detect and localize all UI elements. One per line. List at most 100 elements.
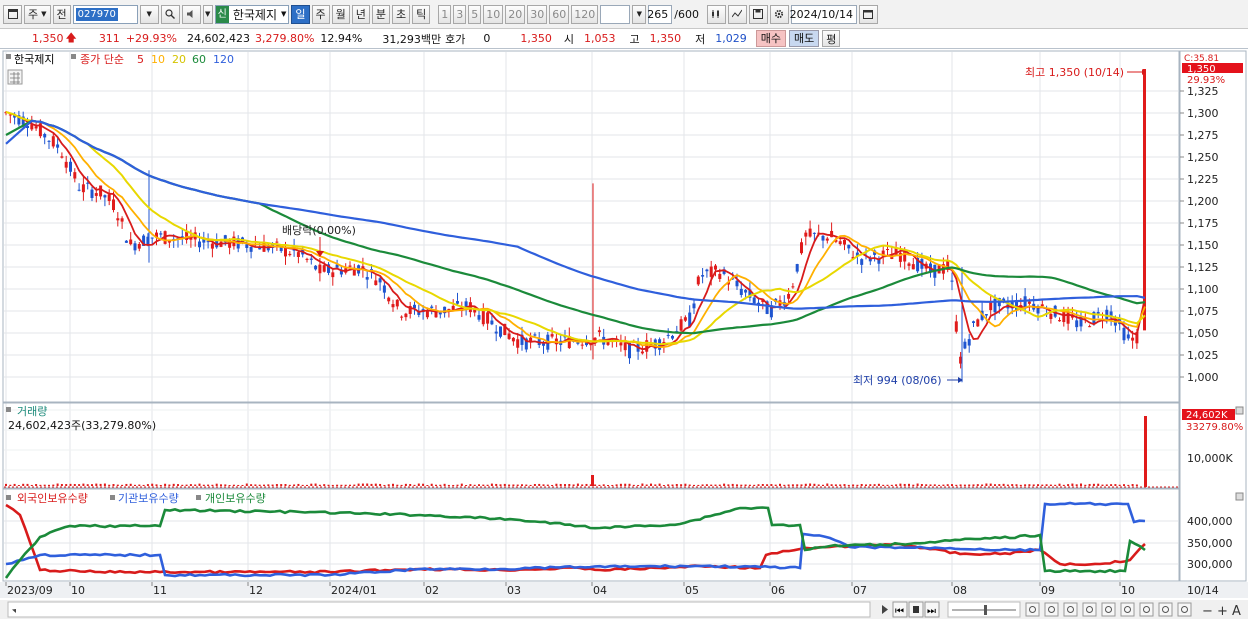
volume-bar [198,483,201,486]
collapse-icon[interactable] [1235,492,1244,501]
volume-bar [1058,483,1061,486]
candle-body [245,244,249,248]
volume-bar [1045,484,1048,486]
volume-bar [546,484,549,486]
interval-3[interactable]: 3 [453,4,467,24]
volume-bar [615,484,618,486]
zoom-control-icon: + [1217,604,1228,619]
tab-period-day[interactable]: 일 [291,4,310,24]
trend-line-icon[interactable] [727,4,747,24]
volume-bar [288,484,291,486]
candle-body [795,264,799,272]
period-mode-dropdown[interactable]: 주 ▼ [24,4,51,24]
price-y-tick: 1,250 [1187,151,1219,164]
speaker-icon[interactable] [181,4,201,24]
collapse-icon[interactable] [1235,406,1244,415]
interval-5[interactable]: 5 [468,4,482,24]
volume-bar [1041,484,1044,486]
candle-body [972,321,975,323]
bar-count-input[interactable]: 265 [647,4,673,24]
interval-1[interactable]: 1 [438,4,452,24]
candle-body [511,337,515,342]
interval-30[interactable]: 30 [527,4,548,24]
code-dropdown-button[interactable]: ▼ [139,4,159,24]
tab-period-second[interactable]: 초 [392,4,411,24]
volume-bar [843,484,846,486]
window-icon[interactable] [3,4,22,24]
volume-bar [340,484,343,486]
interval-60[interactable]: 60 [549,4,570,24]
volume-bar [856,484,859,486]
x-axis-end-label: 10/14 [1187,584,1219,597]
candle-body [1088,326,1092,328]
search-icon[interactable] [160,4,180,24]
candle-body [1058,320,1061,322]
date-input[interactable]: 2024/10/14 [790,4,857,24]
zoom-slider-handle[interactable] [984,605,987,615]
interval-120[interactable]: 120 [571,4,599,24]
playback-controls[interactable]: ⏮ ⏭ [892,601,940,618]
interval-dropdown-button[interactable]: ▼ [632,4,647,24]
tab-period-year[interactable]: 년 [351,4,370,24]
candle-body [666,334,670,336]
volume-bar [499,484,502,486]
candle-body [430,306,434,308]
candle-body [1126,334,1130,339]
interval-10[interactable]: 10 [483,4,504,24]
volume-bar [211,484,214,486]
prev-button[interactable]: 전 [52,4,71,24]
candle-body [288,253,292,256]
chart-type-icon[interactable] [706,4,726,24]
volume-bar [392,483,394,486]
interval-custom-input[interactable] [600,4,631,24]
volume-pct: 3,279.80% [254,32,315,45]
candle-body [886,249,889,251]
buy-button[interactable]: 매수 [755,30,786,47]
candle-body [198,241,201,248]
volume-bar [731,483,734,486]
tab-period-minute[interactable]: 분 [371,4,391,24]
volume-bar [512,484,515,486]
volume-bar [985,483,988,486]
speaker-dropdown-icon[interactable]: ▼ [202,4,213,24]
candle-body [804,232,808,237]
volume-bar [736,484,738,486]
volume-bar [379,483,382,486]
candle-body [907,263,911,266]
candle-body [791,286,795,288]
tab-period-month[interactable]: 월 [331,4,350,24]
candle-body [679,319,683,331]
candle-body [249,247,253,252]
tab-period-week[interactable]: 주 [311,4,330,24]
tab-period-tick[interactable]: 틱 [412,4,431,24]
volume-bar [228,484,231,486]
candle-body [550,334,554,337]
volume-bar [929,484,932,486]
sell-button[interactable]: 매도 [788,30,820,47]
volume-bar [1118,484,1121,486]
svg-text:⏮: ⏮ [895,606,904,617]
holding-y-tick-350: 350,000 [1187,537,1233,550]
volume-bar [718,484,721,486]
gear-icon[interactable] [769,4,789,24]
calendar-icon[interactable] [858,4,878,24]
stock-code-input[interactable]: 027970 [72,4,138,24]
price-y-tick: 1,225 [1187,173,1219,186]
candle-body [331,272,335,278]
volume-bar [1110,484,1113,486]
legend-square-icon [71,54,76,59]
stock-chart[interactable]: 한국제지 종가 단순 5 10 20 60 120 최고 1,350 (10/1… [0,50,1248,621]
chevron-down-icon: ▼ [146,10,152,18]
volume-bar [69,483,72,486]
eval-button[interactable]: 평 [822,30,841,47]
volume-bar [336,484,339,486]
stock-name-field[interactable]: 신 한국제지 ▼ [214,4,290,24]
volume-bar [263,484,265,486]
candle-body [696,276,700,285]
volume-bar [564,484,566,486]
scrollbar-track[interactable] [7,601,871,618]
save-icon[interactable] [748,4,768,24]
volume-bar [151,483,154,486]
tool-icon [1139,602,1154,617]
interval-20[interactable]: 20 [505,4,526,24]
